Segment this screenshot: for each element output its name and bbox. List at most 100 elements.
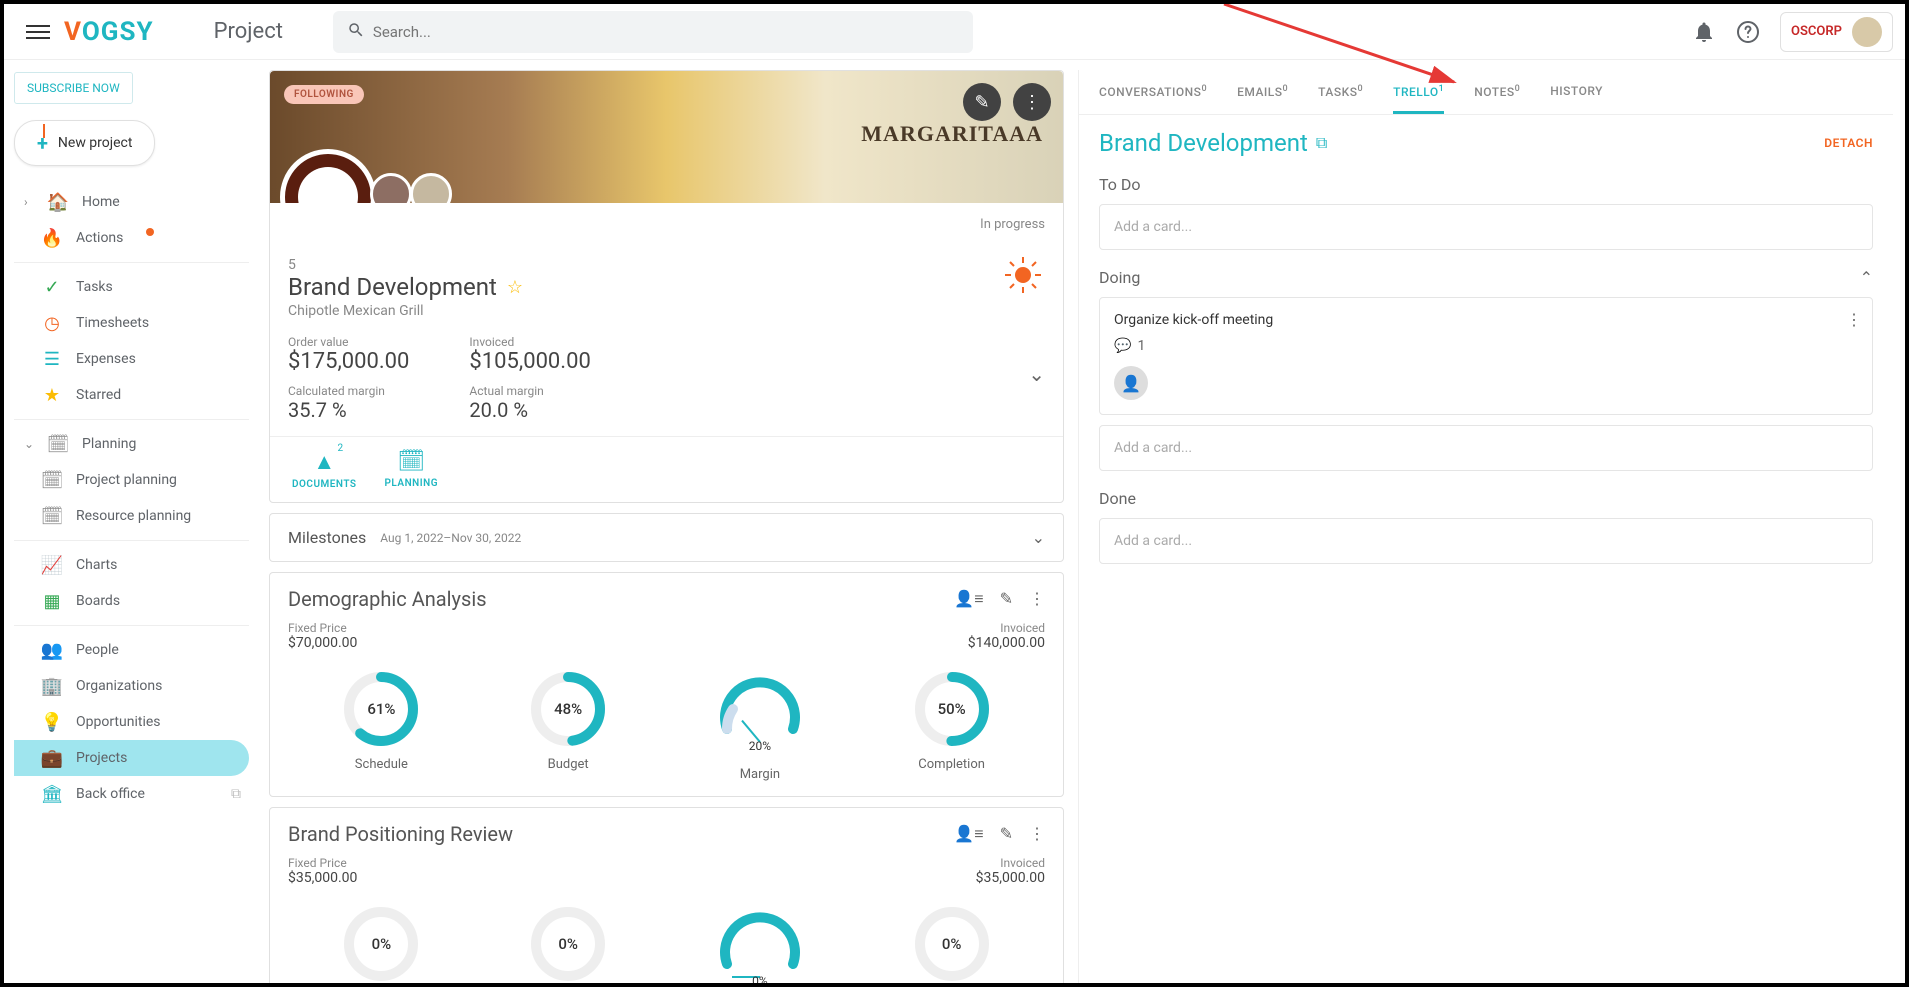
- tab-conversations[interactable]: CONVERSATIONS0: [1099, 84, 1207, 114]
- nav-back-office[interactable]: 🏛Back office⧉: [14, 776, 249, 812]
- nav-resource-planning[interactable]: 🗓Resource planning: [14, 498, 249, 534]
- nav-planning[interactable]: ⌄🗓Planning: [14, 426, 249, 462]
- milestones-dates: Aug 1, 2022–Nov 30, 2022: [380, 531, 521, 545]
- actual-margin: 20.0 %: [469, 398, 590, 422]
- new-project-label: New project: [58, 135, 133, 151]
- check-icon: ✓: [42, 277, 62, 297]
- tab-history[interactable]: HISTORY: [1550, 84, 1603, 114]
- expand-button[interactable]: ⌄: [1028, 362, 1045, 386]
- home-icon: 🏠: [48, 192, 68, 212]
- edit-button[interactable]: ✎: [963, 83, 1001, 121]
- nav-projects[interactable]: 💼Projects: [14, 740, 249, 776]
- chevron-up-icon[interactable]: ⌃: [1860, 268, 1873, 287]
- comment-icon: 💬: [1114, 338, 1131, 354]
- gauge: 0%: [528, 904, 608, 983]
- user-avatar[interactable]: [1852, 17, 1882, 47]
- tab-notes[interactable]: NOTES0: [1474, 84, 1520, 114]
- following-badge: FOLLOWING: [284, 85, 364, 104]
- add-card-done[interactable]: Add a card...: [1099, 518, 1873, 564]
- nav-expenses[interactable]: ☰Expenses: [14, 341, 249, 377]
- sun-icon: [1003, 255, 1043, 295]
- nav-actions[interactable]: 🔥Actions: [14, 220, 249, 256]
- nav-timesheets[interactable]: ◷Timesheets: [14, 305, 249, 341]
- logo[interactable]: VOGSY: [64, 17, 154, 47]
- sidebar: SUBSCRIBE NOW + New project ›🏠Home 🔥Acti…: [4, 60, 259, 983]
- add-card-doing[interactable]: Add a card...: [1099, 425, 1873, 471]
- milestones-card[interactable]: Milestones Aug 1, 2022–Nov 30, 2022 ⌄: [269, 513, 1064, 562]
- chevron-down-icon: ⌄: [24, 437, 34, 451]
- star-icon: ★: [42, 385, 62, 405]
- topbar: VOGSY Project OSCORP: [4, 4, 1905, 60]
- nav-starred[interactable]: ★Starred: [14, 377, 249, 413]
- boards-icon: ▦: [42, 591, 62, 611]
- gauge-schedule: 61%Schedule: [341, 669, 421, 782]
- bank-icon: 🏛: [42, 784, 62, 804]
- card-title: Organize kick-off meeting: [1114, 312, 1858, 328]
- nav-home[interactable]: ›🏠Home: [14, 184, 249, 220]
- plus-icon: +: [37, 131, 48, 155]
- search-input[interactable]: [373, 23, 959, 41]
- hero-brand-text: MARGARITAAA: [861, 121, 1043, 147]
- list-todo[interactable]: To Do: [1099, 175, 1873, 194]
- chart-icon: 📈: [42, 555, 62, 575]
- chevron-right-icon: ›: [24, 195, 34, 209]
- help-icon[interactable]: [1736, 20, 1760, 44]
- tab-trello[interactable]: TRELLO1: [1393, 84, 1444, 114]
- assign-icon[interactable]: 👤≡: [954, 589, 983, 609]
- star-icon[interactable]: ☆: [507, 277, 523, 298]
- people-icon: 👥: [42, 640, 62, 660]
- planning-link[interactable]: 🗓PLANNING: [385, 449, 439, 490]
- tab-emails[interactable]: EMAILS0: [1237, 84, 1288, 114]
- section-demographic: Demographic Analysis 👤≡✎⋮ Fixed Price$70…: [269, 572, 1064, 797]
- list-icon: ☰: [42, 349, 62, 369]
- org-switcher[interactable]: OSCORP: [1780, 12, 1893, 52]
- more-icon[interactable]: ⋮: [1029, 824, 1045, 844]
- page-title: Project: [214, 19, 283, 44]
- project-card: FOLLOWING MARGARITAAA ✎ ⋮ In progress: [269, 70, 1064, 503]
- calendar-icon: 🗓: [397, 449, 425, 474]
- gauge: 0%: [912, 904, 992, 983]
- chevron-down-icon[interactable]: ⌄: [1032, 528, 1045, 547]
- more-button[interactable]: ⋮: [1013, 83, 1051, 121]
- nav-project-planning[interactable]: 🗓Project planning: [14, 462, 249, 498]
- hero-image: FOLLOWING MARGARITAAA ✎ ⋮: [270, 71, 1063, 203]
- bell-icon[interactable]: [1692, 20, 1716, 44]
- nav-opportunities[interactable]: 💡Opportunities: [14, 704, 249, 740]
- flame-icon: 🔥: [42, 228, 62, 248]
- subscribe-button[interactable]: SUBSCRIBE NOW: [14, 72, 133, 104]
- section-title: Demographic Analysis: [288, 587, 487, 611]
- nav-charts[interactable]: 📈Charts: [14, 547, 249, 583]
- trello-board-title[interactable]: Brand Development: [1099, 129, 1308, 157]
- edit-icon[interactable]: ✎: [1000, 824, 1013, 844]
- edit-icon[interactable]: ✎: [1000, 589, 1013, 609]
- calendar-icon: 🗓: [42, 506, 62, 526]
- gauge-completion: 50%Completion: [912, 669, 992, 782]
- clock-icon: ◷: [42, 313, 62, 333]
- assign-icon[interactable]: 👤≡: [954, 824, 983, 844]
- search-box[interactable]: [333, 11, 973, 53]
- briefcase-icon: 💼: [42, 748, 62, 768]
- menu-icon[interactable]: [26, 20, 50, 44]
- notification-dot: [146, 228, 154, 236]
- nav-tasks[interactable]: ✓Tasks: [14, 269, 249, 305]
- nav-boards[interactable]: ▦Boards: [14, 583, 249, 619]
- external-link-icon[interactable]: ⧉: [1316, 133, 1327, 153]
- section-title: Brand Positioning Review: [288, 822, 513, 846]
- more-icon[interactable]: ⋮: [1029, 589, 1045, 609]
- nav-organizations[interactable]: 🏢Organizations: [14, 668, 249, 704]
- calendar-icon: 🗓: [42, 470, 62, 490]
- documents-link[interactable]: ▲2DOCUMENTS: [292, 449, 357, 490]
- milestones-title: Milestones: [288, 528, 366, 547]
- add-card-todo[interactable]: Add a card...: [1099, 204, 1873, 250]
- member-avatar[interactable]: [370, 173, 412, 203]
- list-doing[interactable]: Doing⌃: [1099, 268, 1873, 287]
- nav-people[interactable]: 👥People: [14, 632, 249, 668]
- search-icon: [347, 20, 365, 44]
- tab-tasks[interactable]: TASKS0: [1318, 84, 1363, 114]
- list-done[interactable]: Done: [1099, 489, 1873, 508]
- new-project-button[interactable]: + New project: [14, 120, 155, 166]
- member-avatar[interactable]: [410, 173, 452, 203]
- card-menu-icon[interactable]: ⋮: [1846, 310, 1862, 329]
- detach-button[interactable]: DETACH: [1824, 136, 1873, 150]
- trello-card[interactable]: Organize kick-off meeting ⋮ 💬1 👤: [1099, 297, 1873, 415]
